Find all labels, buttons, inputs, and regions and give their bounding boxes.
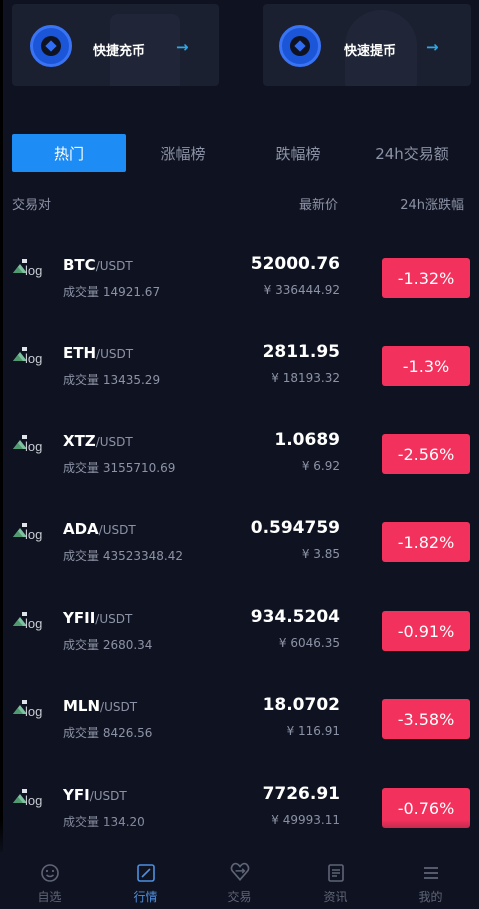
change-badge: -1.3% [382,346,470,386]
chart-icon [136,864,155,882]
news-icon [327,864,344,882]
tab-losers[interactable]: 跌幅榜 [248,134,348,172]
quote-symbol: /USDT [89,789,127,803]
change-badge: -2.56% [382,434,470,474]
nav-item-markets[interactable]: 行情 [98,852,193,909]
quick-deposit-card[interactable]: 快捷充币 → [12,4,219,86]
pair-symbol: ADA/USDT [63,520,136,538]
column-header-change: 24h涨跌幅 [400,198,464,213]
exchange-icon [230,862,249,881]
nav-label: 资讯 [323,890,348,904]
image-alt-text: log [25,439,43,454]
base-symbol: YFI [63,786,90,804]
bottom-fade [0,820,479,855]
base-symbol: ETH [63,344,97,362]
pair-symbol: MLN/USDT [63,697,137,715]
cny-price: ¥ 116.91 [286,724,340,738]
market-row-btc[interactable]: log BTC/USDT 成交量 14921.67 52000.76 ¥ 336… [0,234,479,322]
base-symbol: YFII [63,609,96,627]
cny-price: ¥ 18193.32 [271,371,340,385]
arrow-right-icon: → [176,38,189,56]
cny-price: ¥ 6046.35 [278,636,340,650]
column-header-pair: 交易对 [12,198,52,213]
broken-image-icon: log [12,788,54,812]
menu-icon [423,867,438,879]
pair-symbol: ETH/USDT [63,344,133,362]
coin-icon [30,25,72,67]
last-price: 2811.95 [262,342,340,362]
bottom-nav: 自选 行情 交易 资讯 我的 [0,852,479,909]
nav-label: 我的 [418,890,443,904]
quick-withdraw-label: 快速提币 [344,44,397,59]
broken-image-icon: log [12,346,54,370]
change-badge: -1.32% [382,258,470,298]
column-header-price: 最新价 [298,198,338,213]
pair-symbol: YFI/USDT [63,786,127,804]
base-symbol: ADA [63,520,99,538]
last-price: 18.0702 [262,695,340,715]
image-alt-text: log [25,704,43,719]
volume-text: 成交量 14921.67 [63,285,161,299]
tab-gainers[interactable]: 涨幅榜 [133,134,233,172]
pair-symbol: XTZ/USDT [63,432,133,450]
last-price: 934.5204 [250,607,340,627]
last-price: 52000.76 [250,254,340,274]
image-alt-text: log [25,527,43,542]
market-row-eth[interactable]: log ETH/USDT 成交量 13435.29 2811.95 ¥ 1819… [0,322,479,410]
broken-image-icon: log [12,258,54,282]
image-alt-text: log [25,351,43,366]
quote-symbol: /USDT [95,259,133,273]
broken-image-icon: log [12,699,54,723]
change-badge: -3.58% [382,699,470,739]
tab-24h-volume[interactable]: 24h交易额 [362,134,462,172]
volume-text: 成交量 13435.29 [63,373,161,387]
broken-image-icon: log [12,522,54,546]
nav-label: 交易 [227,890,252,904]
volume-text: 成交量 2680.34 [63,638,153,652]
image-alt-text: log [25,263,43,278]
nav-item-watchlist[interactable]: 自选 [2,852,97,909]
last-price: 1.0689 [274,430,340,450]
pair-symbol: BTC/USDT [63,256,133,274]
quote-symbol: /USDT [95,612,133,626]
change-badge: -1.82% [382,522,470,562]
base-symbol: MLN [63,697,101,715]
cny-price: ¥ 3.85 [301,547,340,561]
nav-item-news[interactable]: 资讯 [288,852,383,909]
market-row-xtz[interactable]: log XTZ/USDT 成交量 3155710.69 1.0689 ¥ 6.9… [0,410,479,498]
quote-symbol: /USDT [96,347,134,361]
market-row-mln[interactable]: log MLN/USDT 成交量 8426.56 18.0702 ¥ 116.9… [0,675,479,763]
pair-symbol: YFII/USDT [63,609,132,627]
nav-item-profile[interactable]: 我的 [383,852,478,909]
coin-icon [279,25,321,67]
last-price: 0.594759 [250,518,340,538]
market-row-yfii[interactable]: log YFII/USDT 成交量 2680.34 934.5204 ¥ 604… [0,587,479,675]
smiley-icon [40,864,59,882]
nav-label: 自选 [37,890,62,904]
quick-withdraw-card[interactable]: 快速提币 → [263,4,471,86]
volume-text: 成交量 3155710.69 [63,461,176,475]
arrow-right-icon: → [426,38,439,56]
cny-price: ¥ 6.92 [301,459,340,473]
image-alt-text: log [25,793,43,808]
cny-price: ¥ 336444.92 [263,283,340,297]
quote-symbol: /USDT [100,700,138,714]
nav-item-trade[interactable]: 交易 [192,852,287,909]
change-badge: -0.91% [382,611,470,651]
broken-image-icon: log [12,434,54,458]
quick-deposit-label: 快捷充币 [93,44,146,59]
last-price: 7726.91 [262,784,340,804]
nav-label: 行情 [133,890,158,904]
base-symbol: BTC [63,256,96,274]
volume-text: 成交量 8426.56 [63,726,153,740]
broken-image-icon: log [12,611,54,635]
market-row-ada[interactable]: log ADA/USDT 成交量 43523348.42 0.594759 ¥ … [0,498,479,586]
volume-text: 成交量 43523348.42 [63,549,183,563]
quote-symbol: /USDT [98,523,136,537]
tab-hot[interactable]: 热门 [12,134,126,172]
base-symbol: XTZ [63,432,96,450]
image-alt-text: log [25,616,43,631]
quote-symbol: /USDT [95,435,133,449]
